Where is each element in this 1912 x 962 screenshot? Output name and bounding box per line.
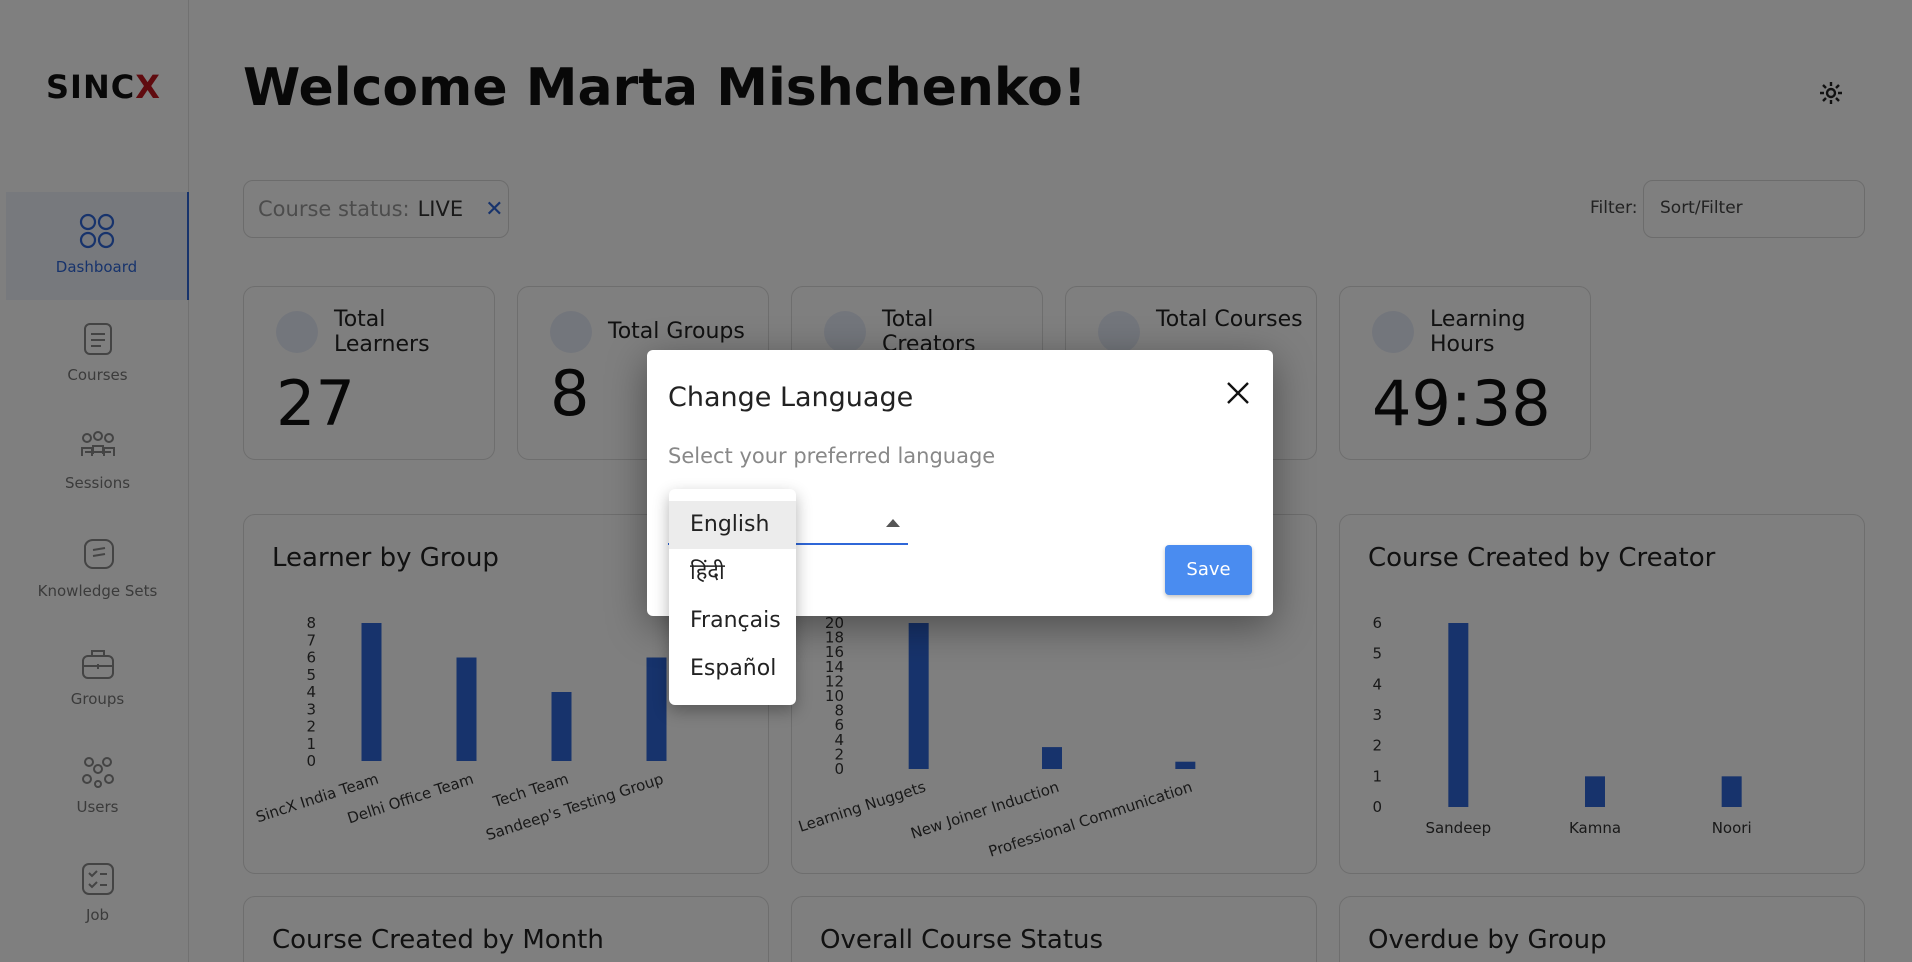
caret-up-icon[interactable] bbox=[886, 519, 900, 527]
modal-subtitle: Select your preferred language bbox=[668, 444, 996, 468]
language-dropdown: English हिंदी Français Español bbox=[669, 489, 796, 705]
close-icon[interactable] bbox=[1225, 380, 1251, 406]
language-option-french[interactable]: Français bbox=[669, 597, 796, 645]
language-option-english[interactable]: English bbox=[669, 501, 796, 549]
language-option-spanish[interactable]: Español bbox=[669, 645, 796, 693]
modal-title: Change Language bbox=[668, 382, 914, 413]
language-option-hindi[interactable]: हिंदी bbox=[669, 549, 796, 597]
save-button[interactable]: Save bbox=[1165, 545, 1252, 595]
